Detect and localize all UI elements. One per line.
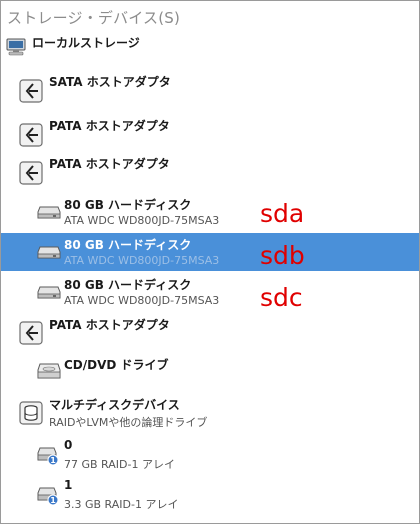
raid-array-icon: 1 [37, 487, 59, 506]
tree-item-cdrom[interactable]: CD/DVD ドライブ [1, 353, 419, 389]
tree-item-subtitle: ATA WDC WD800JD-75MSA3 [64, 254, 220, 267]
svg-text:1: 1 [50, 456, 56, 465]
host-adapter-icon [19, 123, 43, 147]
tree-item-disk-sdb[interactable]: 80 GB ハードディスク ATA WDC WD800JD-75MSA3 [1, 233, 419, 271]
multidisk-icon [19, 401, 43, 425]
annotation-sdb: sdb [260, 241, 305, 270]
svg-text:1: 1 [50, 496, 56, 505]
host-adapter-icon [19, 79, 43, 103]
tree-item-label: PATA ホストアダプタ [49, 157, 170, 171]
tree-item-label: CD/DVD ドライブ [64, 358, 169, 372]
tree-item-label: ローカルストレージ [32, 36, 140, 50]
annotation-sdc: sdc [260, 283, 303, 312]
hard-disk-icon [37, 246, 61, 259]
computer-icon [6, 38, 26, 56]
tree-item-subtitle: ATA WDC WD800JD-75MSA3 [64, 294, 220, 307]
hard-disk-icon [37, 286, 61, 299]
hard-disk-icon [37, 206, 61, 219]
tree-item-label: マルチディスクデバイス [49, 398, 180, 412]
tree-item-label: 80 GB ハードディスク [64, 238, 192, 252]
tree-item-pata-adapter-2[interactable]: PATA ホストアダプタ [1, 153, 419, 187]
optical-drive-icon [37, 363, 61, 379]
tree-item-label: SATA ホストアダプタ [49, 75, 171, 89]
tree-item-sata-adapter[interactable]: SATA ホストアダプタ [1, 71, 419, 105]
tree-item-label: PATA ホストアダプタ [49, 119, 170, 133]
storage-devices-panel: ストレージ・デバイス(S) ローカルストレージ SATA ホストアダプタ PAT… [0, 0, 420, 524]
tree-item-multidisk[interactable]: マルチディスクデバイス RAIDやLVMや他の論理ドライブ [1, 393, 419, 431]
tree-item-label: 0 [64, 438, 73, 452]
panel-title: ストレージ・デバイス(S) [7, 9, 181, 27]
annotation-sda: sda [260, 199, 305, 228]
tree-item-label: 1 [64, 478, 73, 492]
host-adapter-icon [19, 321, 43, 345]
tree-item-label: 80 GB ハードディスク [64, 198, 192, 212]
tree-item-local-storage[interactable]: ローカルストレージ [1, 31, 419, 57]
tree-item-subtitle: ATA WDC WD800JD-75MSA3 [64, 214, 220, 227]
tree-item-pata-adapter-3[interactable]: PATA ホストアダプタ [1, 313, 419, 347]
tree-item-pata-adapter-1[interactable]: PATA ホストアダプタ [1, 115, 419, 149]
tree-item-subtitle: 3.3 GB RAID-1 アレイ [64, 498, 179, 511]
tree-item-label: PATA ホストアダプタ [49, 318, 170, 332]
host-adapter-icon [19, 161, 43, 185]
tree-item-raid-0[interactable]: 1 0 77 GB RAID-1 アレイ [1, 435, 419, 473]
raid-array-icon: 1 [37, 447, 59, 466]
tree-item-subtitle: RAIDやLVMや他の論理ドライブ [49, 416, 208, 429]
tree-item-disk-sda[interactable]: 80 GB ハードディスク ATA WDC WD800JD-75MSA3 [1, 193, 419, 231]
tree-item-raid-1[interactable]: 1 1 3.3 GB RAID-1 アレイ [1, 475, 419, 513]
tree-item-label: 80 GB ハードディスク [64, 278, 192, 292]
tree-item-subtitle: 77 GB RAID-1 アレイ [64, 458, 175, 471]
tree-item-disk-sdc[interactable]: 80 GB ハードディスク ATA WDC WD800JD-75MSA3 [1, 273, 419, 311]
